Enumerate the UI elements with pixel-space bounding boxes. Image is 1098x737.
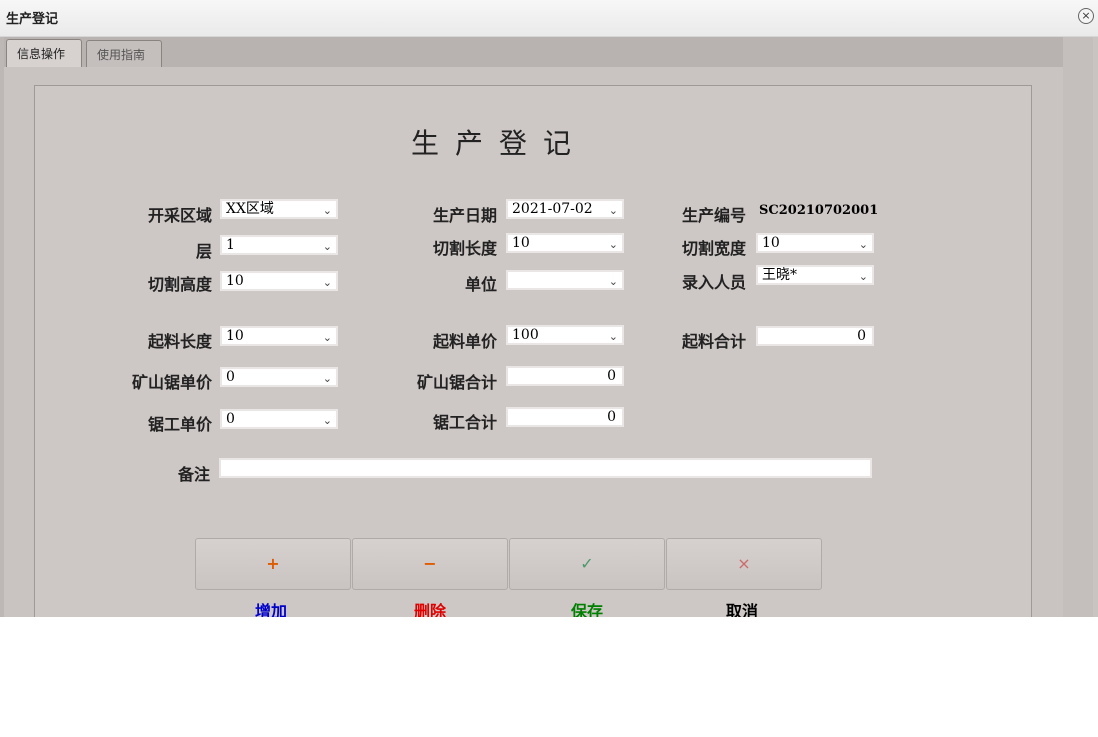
production-date-label: 生产日期 xyxy=(432,206,497,225)
lift-price-value: 100 xyxy=(512,327,539,343)
production-no-value: SC20210702001 xyxy=(759,203,879,218)
check-icon: ✓ xyxy=(580,554,594,573)
delete-button-label[interactable]: 删除 xyxy=(352,598,508,617)
mining-area-label: 开采区域 xyxy=(147,206,212,225)
cancel-button-label[interactable]: 取消 xyxy=(664,598,820,617)
saw-price-select[interactable]: 0 ⌄ xyxy=(220,409,338,429)
form-heading: 生产登记 xyxy=(410,127,587,160)
chevron-down-icon: ⌄ xyxy=(322,276,332,289)
layer-label: 层 xyxy=(195,242,212,261)
chevron-down-icon: ⌄ xyxy=(322,331,332,344)
mining-area-select[interactable]: XX区域 ⌄ xyxy=(220,199,338,219)
plus-icon: + xyxy=(266,554,280,573)
unit-select[interactable]: ⌄ xyxy=(506,270,624,290)
close-icon[interactable]: × xyxy=(1078,8,1094,24)
mine-saw-price-select[interactable]: 0 ⌄ xyxy=(220,367,338,387)
saw-total-field[interactable]: 0 xyxy=(506,407,624,427)
lift-price-select[interactable]: 100 ⌄ xyxy=(506,325,624,345)
mine-saw-price-value: 0 xyxy=(226,369,235,385)
mine-saw-total-field[interactable]: 0 xyxy=(506,366,624,386)
chevron-down-icon: ⌄ xyxy=(608,275,618,288)
entry-person-value: 王晓* xyxy=(762,267,797,283)
saw-price-value: 0 xyxy=(226,411,235,427)
production-no-label: 生产编号 xyxy=(681,206,746,225)
mine-saw-total-label: 矿山锯合计 xyxy=(416,373,497,392)
chevron-down-icon: ⌄ xyxy=(858,270,868,283)
cancel-button[interactable]: × xyxy=(666,538,822,590)
lift-price-label: 起料单价 xyxy=(432,332,497,351)
remark-field[interactable] xyxy=(219,458,872,478)
lift-total-label: 起料合计 xyxy=(681,332,746,351)
cut-height-value: 10 xyxy=(226,273,244,289)
chevron-down-icon: ⌄ xyxy=(322,372,332,385)
production-register-window: 生产登记 × 信息操作 使用指南 生产登记 开采区域 XX区域 ⌄ 生产日期 2… xyxy=(0,0,1098,617)
mine-saw-price-label: 矿山锯单价 xyxy=(131,373,212,392)
cut-height-select[interactable]: 10 ⌄ xyxy=(220,271,338,291)
save-button-label[interactable]: 保存 xyxy=(509,598,665,617)
chevron-down-icon: ⌄ xyxy=(608,238,618,251)
cut-width-select[interactable]: 10 ⌄ xyxy=(756,233,874,253)
right-strip xyxy=(1063,37,1093,617)
lift-length-select[interactable]: 10 ⌄ xyxy=(220,326,338,346)
chevron-down-icon: ⌄ xyxy=(322,414,332,427)
chevron-down-icon: ⌄ xyxy=(608,330,618,343)
minus-icon: − xyxy=(423,554,437,573)
mining-area-value: XX区域 xyxy=(226,201,274,217)
cut-length-label: 切割长度 xyxy=(432,239,497,258)
entry-person-label: 录入人员 xyxy=(681,273,746,292)
cut-length-select[interactable]: 10 ⌄ xyxy=(506,233,624,253)
tab-strip: 信息操作 使用指南 xyxy=(4,37,1063,67)
chevron-down-icon: ⌄ xyxy=(858,238,868,251)
add-button-label[interactable]: 增加 xyxy=(193,598,349,617)
tab-info-operation[interactable]: 信息操作 xyxy=(6,39,82,67)
layer-select[interactable]: 1 ⌄ xyxy=(220,235,338,255)
tab-user-guide[interactable]: 使用指南 xyxy=(86,40,162,67)
cut-height-label: 切割高度 xyxy=(147,275,212,294)
lift-total-field[interactable]: 0 xyxy=(756,326,874,346)
close-icon: × xyxy=(737,554,751,573)
chevron-down-icon: ⌄ xyxy=(322,204,332,217)
window-title: 生产登记 xyxy=(6,12,59,27)
remark-label: 备注 xyxy=(177,465,210,484)
chevron-down-icon: ⌄ xyxy=(608,204,618,217)
cut-width-value: 10 xyxy=(762,235,780,251)
lift-length-label: 起料长度 xyxy=(147,332,212,351)
layer-value: 1 xyxy=(226,237,235,253)
title-bar: 生产登记 × xyxy=(0,0,1098,37)
chevron-down-icon: ⌄ xyxy=(322,240,332,253)
lift-length-value: 10 xyxy=(226,328,244,344)
saw-price-label: 锯工单价 xyxy=(147,415,212,434)
saw-total-label: 锯工合计 xyxy=(432,413,497,432)
cut-width-label: 切割宽度 xyxy=(681,239,746,258)
entry-person-select[interactable]: 王晓* ⌄ xyxy=(756,265,874,285)
unit-label: 单位 xyxy=(464,275,497,294)
delete-button[interactable]: − xyxy=(352,538,508,590)
save-button[interactable]: ✓ xyxy=(509,538,665,590)
cut-length-value: 10 xyxy=(512,235,530,251)
production-date-value: 2021-07-02 xyxy=(512,201,593,217)
production-date-picker[interactable]: 2021-07-02 ⌄ xyxy=(506,199,624,219)
add-button[interactable]: + xyxy=(195,538,351,590)
